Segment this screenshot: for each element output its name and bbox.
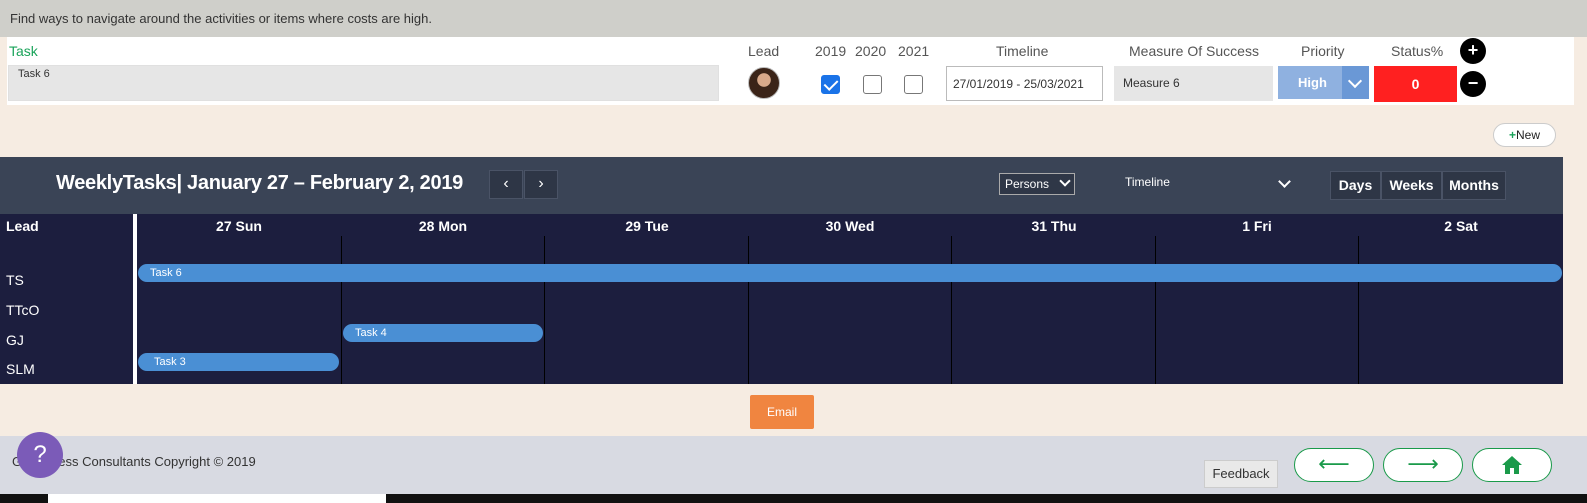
day-header: 31 Thu [1031, 218, 1077, 234]
chevron-down-icon [1059, 175, 1071, 187]
calendar-toolbar: WeeklyTasks| January 27 – February 2, 20… [0, 157, 1563, 214]
arrow-left-icon: ⟵ [1318, 451, 1350, 476]
persons-select-label: Persons [1005, 177, 1050, 191]
day-header: 28 Mon [418, 218, 468, 234]
lead-row-label: SLM [6, 361, 35, 377]
new-button[interactable]: +New [1493, 123, 1556, 147]
timeline-select[interactable]: Timeline [1125, 175, 1170, 189]
help-button[interactable]: ? [17, 432, 63, 478]
chevron-down-icon [1342, 66, 1369, 99]
lead-row-label: TTcO [6, 302, 40, 318]
lead-row-label: TS [6, 272, 24, 288]
day-separator [951, 236, 952, 384]
feedback-button[interactable]: Feedback [1204, 460, 1278, 488]
day-header: 27 Sun [216, 218, 262, 234]
home-icon [1502, 456, 1522, 474]
priority-value: High [1298, 75, 1327, 90]
prev-week-button[interactable]: ‹ [489, 170, 523, 199]
forward-button[interactable]: ⟶ [1383, 448, 1463, 482]
description-bar: Find ways to navigate around the activit… [0, 0, 1587, 37]
status-header: Status% [1391, 43, 1444, 59]
year-2021-checkbox[interactable] [904, 75, 923, 94]
timeline-header: Timeline [996, 43, 1049, 59]
day-separator [544, 236, 545, 384]
measure-input[interactable]: Measure 6 [1114, 66, 1273, 101]
view-weeks-button[interactable]: Weeks [1381, 171, 1442, 200]
add-task-button[interactable]: + [1460, 38, 1486, 64]
footer: G Business Consultants Copyright © 2019 … [0, 432, 1587, 503]
back-button[interactable]: ⟵ [1294, 448, 1374, 482]
lead-header: Lead [748, 43, 780, 59]
year-2021-header: 2021 [898, 43, 930, 59]
task-bar[interactable]: Task 6 [138, 264, 1562, 282]
task-input[interactable]: Task 6 [8, 65, 719, 101]
task-bar[interactable]: Task 3 [138, 353, 339, 371]
day-header: 29 Tue [625, 218, 669, 234]
plus-icon: + [1508, 128, 1516, 142]
view-months-button[interactable]: Months [1442, 171, 1506, 200]
lead-divider [133, 214, 137, 384]
calendar-grid: Lead TS TTcO GJ SLM 27 Sun 28 Mon 29 Tue… [0, 214, 1563, 384]
year-2020-checkbox[interactable] [863, 75, 882, 94]
bottom-strip [0, 494, 1587, 503]
timeline-input[interactable]: 27/01/2019 - 25/03/2021 [946, 66, 1103, 101]
priority-header: Priority [1301, 43, 1345, 59]
persons-select[interactable]: Persons [999, 173, 1075, 195]
lead-row-label: GJ [6, 332, 24, 348]
year-2020-header: 2020 [855, 43, 887, 59]
email-button[interactable]: Email [750, 395, 814, 429]
status-percent[interactable]: 0 [1374, 66, 1457, 102]
day-separator [748, 236, 749, 384]
new-button-label: New [1516, 128, 1541, 142]
remove-task-button[interactable]: − [1460, 71, 1486, 97]
day-separator [1358, 236, 1359, 384]
day-header: 2 Sat [1444, 218, 1478, 234]
day-header: 30 Wed [825, 218, 875, 234]
year-2019-checkbox[interactable] [821, 75, 840, 94]
task-entry-panel: Task Lead 2019 2020 2021 Timeline Measur… [7, 37, 1574, 105]
lead-avatar[interactable] [748, 67, 780, 99]
priority-select[interactable]: High [1278, 66, 1369, 99]
task-bar[interactable]: Task 4 [343, 324, 543, 342]
arrow-right-icon: ⟶ [1407, 451, 1439, 476]
lead-column-header: Lead [6, 218, 39, 234]
year-2019-header: 2019 [815, 43, 847, 59]
day-separator [1155, 236, 1156, 384]
home-button[interactable] [1472, 448, 1552, 482]
lead-column: Lead TS TTcO GJ SLM [0, 214, 134, 384]
task-header: Task [9, 43, 38, 59]
next-week-button[interactable]: › [524, 170, 558, 199]
day-separator [341, 236, 342, 384]
bottom-strip-highlight [48, 494, 386, 503]
description-text: Find ways to navigate around the activit… [10, 11, 432, 26]
chevron-down-icon[interactable] [1278, 175, 1291, 188]
measure-header: Measure Of Success [1129, 43, 1259, 59]
view-days-button[interactable]: Days [1330, 171, 1381, 200]
calendar-title: WeeklyTasks| January 27 – February 2, 20… [56, 172, 463, 194]
day-header: 1 Fri [1242, 218, 1272, 234]
